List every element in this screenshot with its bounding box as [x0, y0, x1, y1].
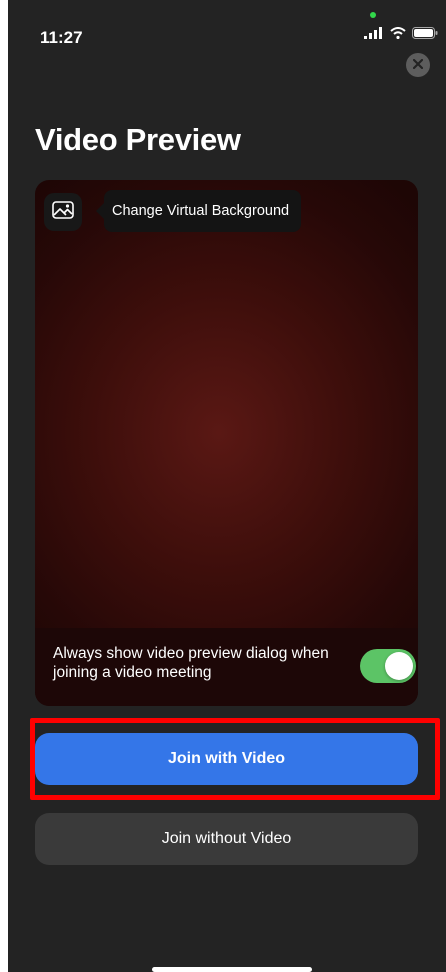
virtual-background-tooltip[interactable]: Change Virtual Background: [95, 190, 302, 232]
home-indicator: [152, 967, 312, 972]
status-icons: [364, 26, 438, 44]
image-icon: [52, 200, 74, 224]
page-title: Video Preview: [35, 122, 241, 157]
battery-icon: [412, 26, 438, 44]
signal-icon: [364, 26, 384, 44]
wifi-icon: [390, 26, 406, 44]
always-show-preview-toggle[interactable]: [360, 649, 416, 683]
status-bar: 11:27: [8, 0, 446, 60]
status-time: 11:27: [40, 28, 83, 47]
join-without-video-button[interactable]: Join without Video: [35, 813, 418, 865]
preview-setting-row: Always show video preview dialog when jo…: [35, 628, 418, 706]
camera-in-use-indicator: [370, 12, 376, 18]
toggle-knob: [385, 652, 413, 680]
virtual-background-button[interactable]: [44, 193, 82, 231]
phone-screen: 11:27 Video Preview Change Virtual Backg…: [8, 0, 446, 972]
close-button[interactable]: [406, 53, 430, 77]
close-icon: [412, 56, 424, 74]
join-with-video-button[interactable]: Join with Video: [35, 733, 418, 785]
always-show-preview-label: Always show video preview dialog when jo…: [53, 645, 329, 681]
video-preview: Change Virtual Background Always show vi…: [35, 180, 418, 706]
